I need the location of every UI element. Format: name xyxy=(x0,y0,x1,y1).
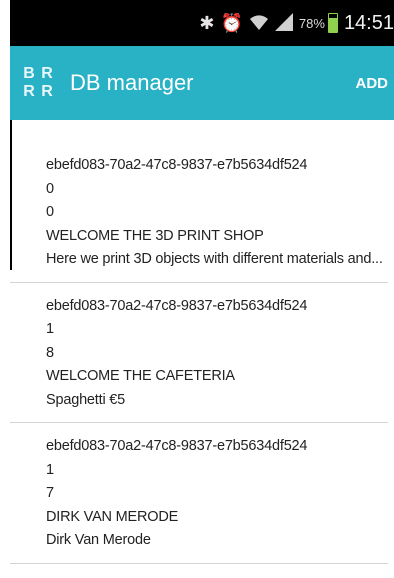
record-description: Here we print 3D objects with different … xyxy=(46,251,383,267)
alarm-icon: ⏰ xyxy=(220,13,243,33)
add-button[interactable]: ADD xyxy=(356,75,389,92)
battery-indicator: 78% xyxy=(299,13,338,33)
battery-percent: 78% xyxy=(298,15,325,31)
signal-icon xyxy=(274,12,293,34)
logo-letter: R xyxy=(41,83,53,100)
list-item[interactable]: ebefd083-70a2-47c8-9837-e7b5634df524 0 0… xyxy=(10,142,388,283)
screen-margin xyxy=(0,0,10,578)
wifi-icon xyxy=(249,13,269,34)
record-list: ebefd083-70a2-47c8-9837-e7b5634df524 0 0… xyxy=(10,142,388,564)
record-field-2: 8 xyxy=(46,344,54,361)
logo-letter: R xyxy=(23,83,35,100)
record-id: ebefd083-70a2-47c8-9837-e7b5634df524 xyxy=(46,438,308,454)
record-field-1: 1 xyxy=(46,461,54,478)
record-title: WELCOME THE 3D PRINT SHOP xyxy=(46,227,264,244)
record-description: Spaghetti €5 xyxy=(46,391,126,408)
record-title: DIRK VAN MERODE xyxy=(46,508,179,525)
record-field-2: 0 xyxy=(46,204,54,220)
status-bar: ✱ ⏰ 78% 14:51 xyxy=(10,0,394,46)
list-item[interactable]: ebefd083-70a2-47c8-9837-e7b5634df524 1 8… xyxy=(10,283,388,423)
app-title: DB manager xyxy=(70,70,194,95)
record-id: ebefd083-70a2-47c8-9837-e7b5634df524 xyxy=(46,297,308,314)
logo-letter: B xyxy=(23,65,35,82)
record-title: WELCOME THE CAFETERIA xyxy=(46,368,235,384)
list-item[interactable]: ebefd083-70a2-47c8-9837-e7b5634df524 1 7… xyxy=(10,423,388,564)
bluetooth-icon: ✱ xyxy=(199,13,215,33)
clock: 14:51 xyxy=(343,11,394,34)
app-logo: B R R R xyxy=(20,65,56,101)
logo-letter: R xyxy=(41,65,53,82)
record-field-2: 7 xyxy=(46,485,54,501)
battery-icon xyxy=(327,13,338,33)
record-field-1: 0 xyxy=(46,180,54,197)
record-id: ebefd083-70a2-47c8-9837-e7b5634df524 xyxy=(46,157,308,173)
app-bar: B R R R DB manager ADD xyxy=(10,46,394,120)
record-field-1: 1 xyxy=(46,321,54,337)
record-description: Dirk Van Merode xyxy=(46,532,151,548)
